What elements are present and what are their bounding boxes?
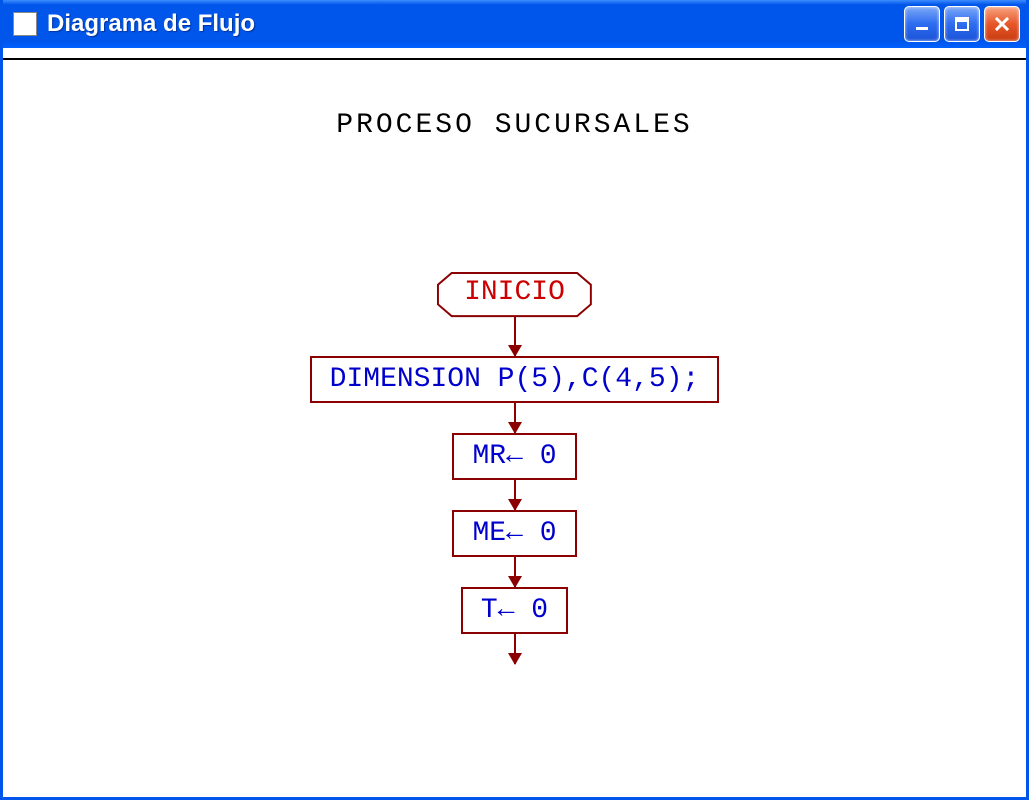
flow-arrow bbox=[514, 634, 516, 664]
diagram-heading: PROCESO SUCURSALES bbox=[3, 110, 1026, 141]
app-window: Diagrama de Flujo PROCESO SUCURSALES bbox=[0, 0, 1029, 800]
terminal-start: INICIO bbox=[436, 271, 593, 314]
flow-arrow bbox=[514, 480, 516, 510]
flow-arrow bbox=[514, 314, 516, 356]
process-mr: MR← 0 bbox=[452, 433, 576, 480]
process-mr-label: MR← 0 bbox=[472, 441, 556, 472]
content-area: PROCESO SUCURSALES INICIO DIMENSION P(5)… bbox=[3, 58, 1026, 797]
minimize-button[interactable] bbox=[904, 6, 940, 42]
process-me-label: ME← 0 bbox=[472, 518, 556, 549]
process-me: ME← 0 bbox=[452, 510, 576, 557]
flow-arrow bbox=[514, 557, 516, 587]
maximize-button[interactable] bbox=[944, 6, 980, 42]
process-t: T← 0 bbox=[461, 587, 568, 634]
flowchart: INICIO DIMENSION P(5),C(4,5); MR← 0 ME← … bbox=[3, 271, 1026, 664]
process-dimension-label: DIMENSION P(5),C(4,5); bbox=[330, 364, 700, 395]
flow-arrow bbox=[514, 403, 516, 433]
close-icon bbox=[992, 14, 1012, 34]
app-icon bbox=[13, 12, 37, 36]
window-controls bbox=[904, 6, 1020, 42]
terminal-start-label: INICIO bbox=[464, 277, 565, 308]
titlebar[interactable]: Diagrama de Flujo bbox=[3, 0, 1026, 48]
maximize-icon bbox=[952, 14, 972, 34]
minimize-icon bbox=[912, 14, 932, 34]
close-button[interactable] bbox=[984, 6, 1020, 42]
process-t-label: T← 0 bbox=[481, 595, 548, 626]
process-dimension: DIMENSION P(5),C(4,5); bbox=[310, 356, 720, 403]
window-title: Diagrama de Flujo bbox=[47, 10, 904, 38]
